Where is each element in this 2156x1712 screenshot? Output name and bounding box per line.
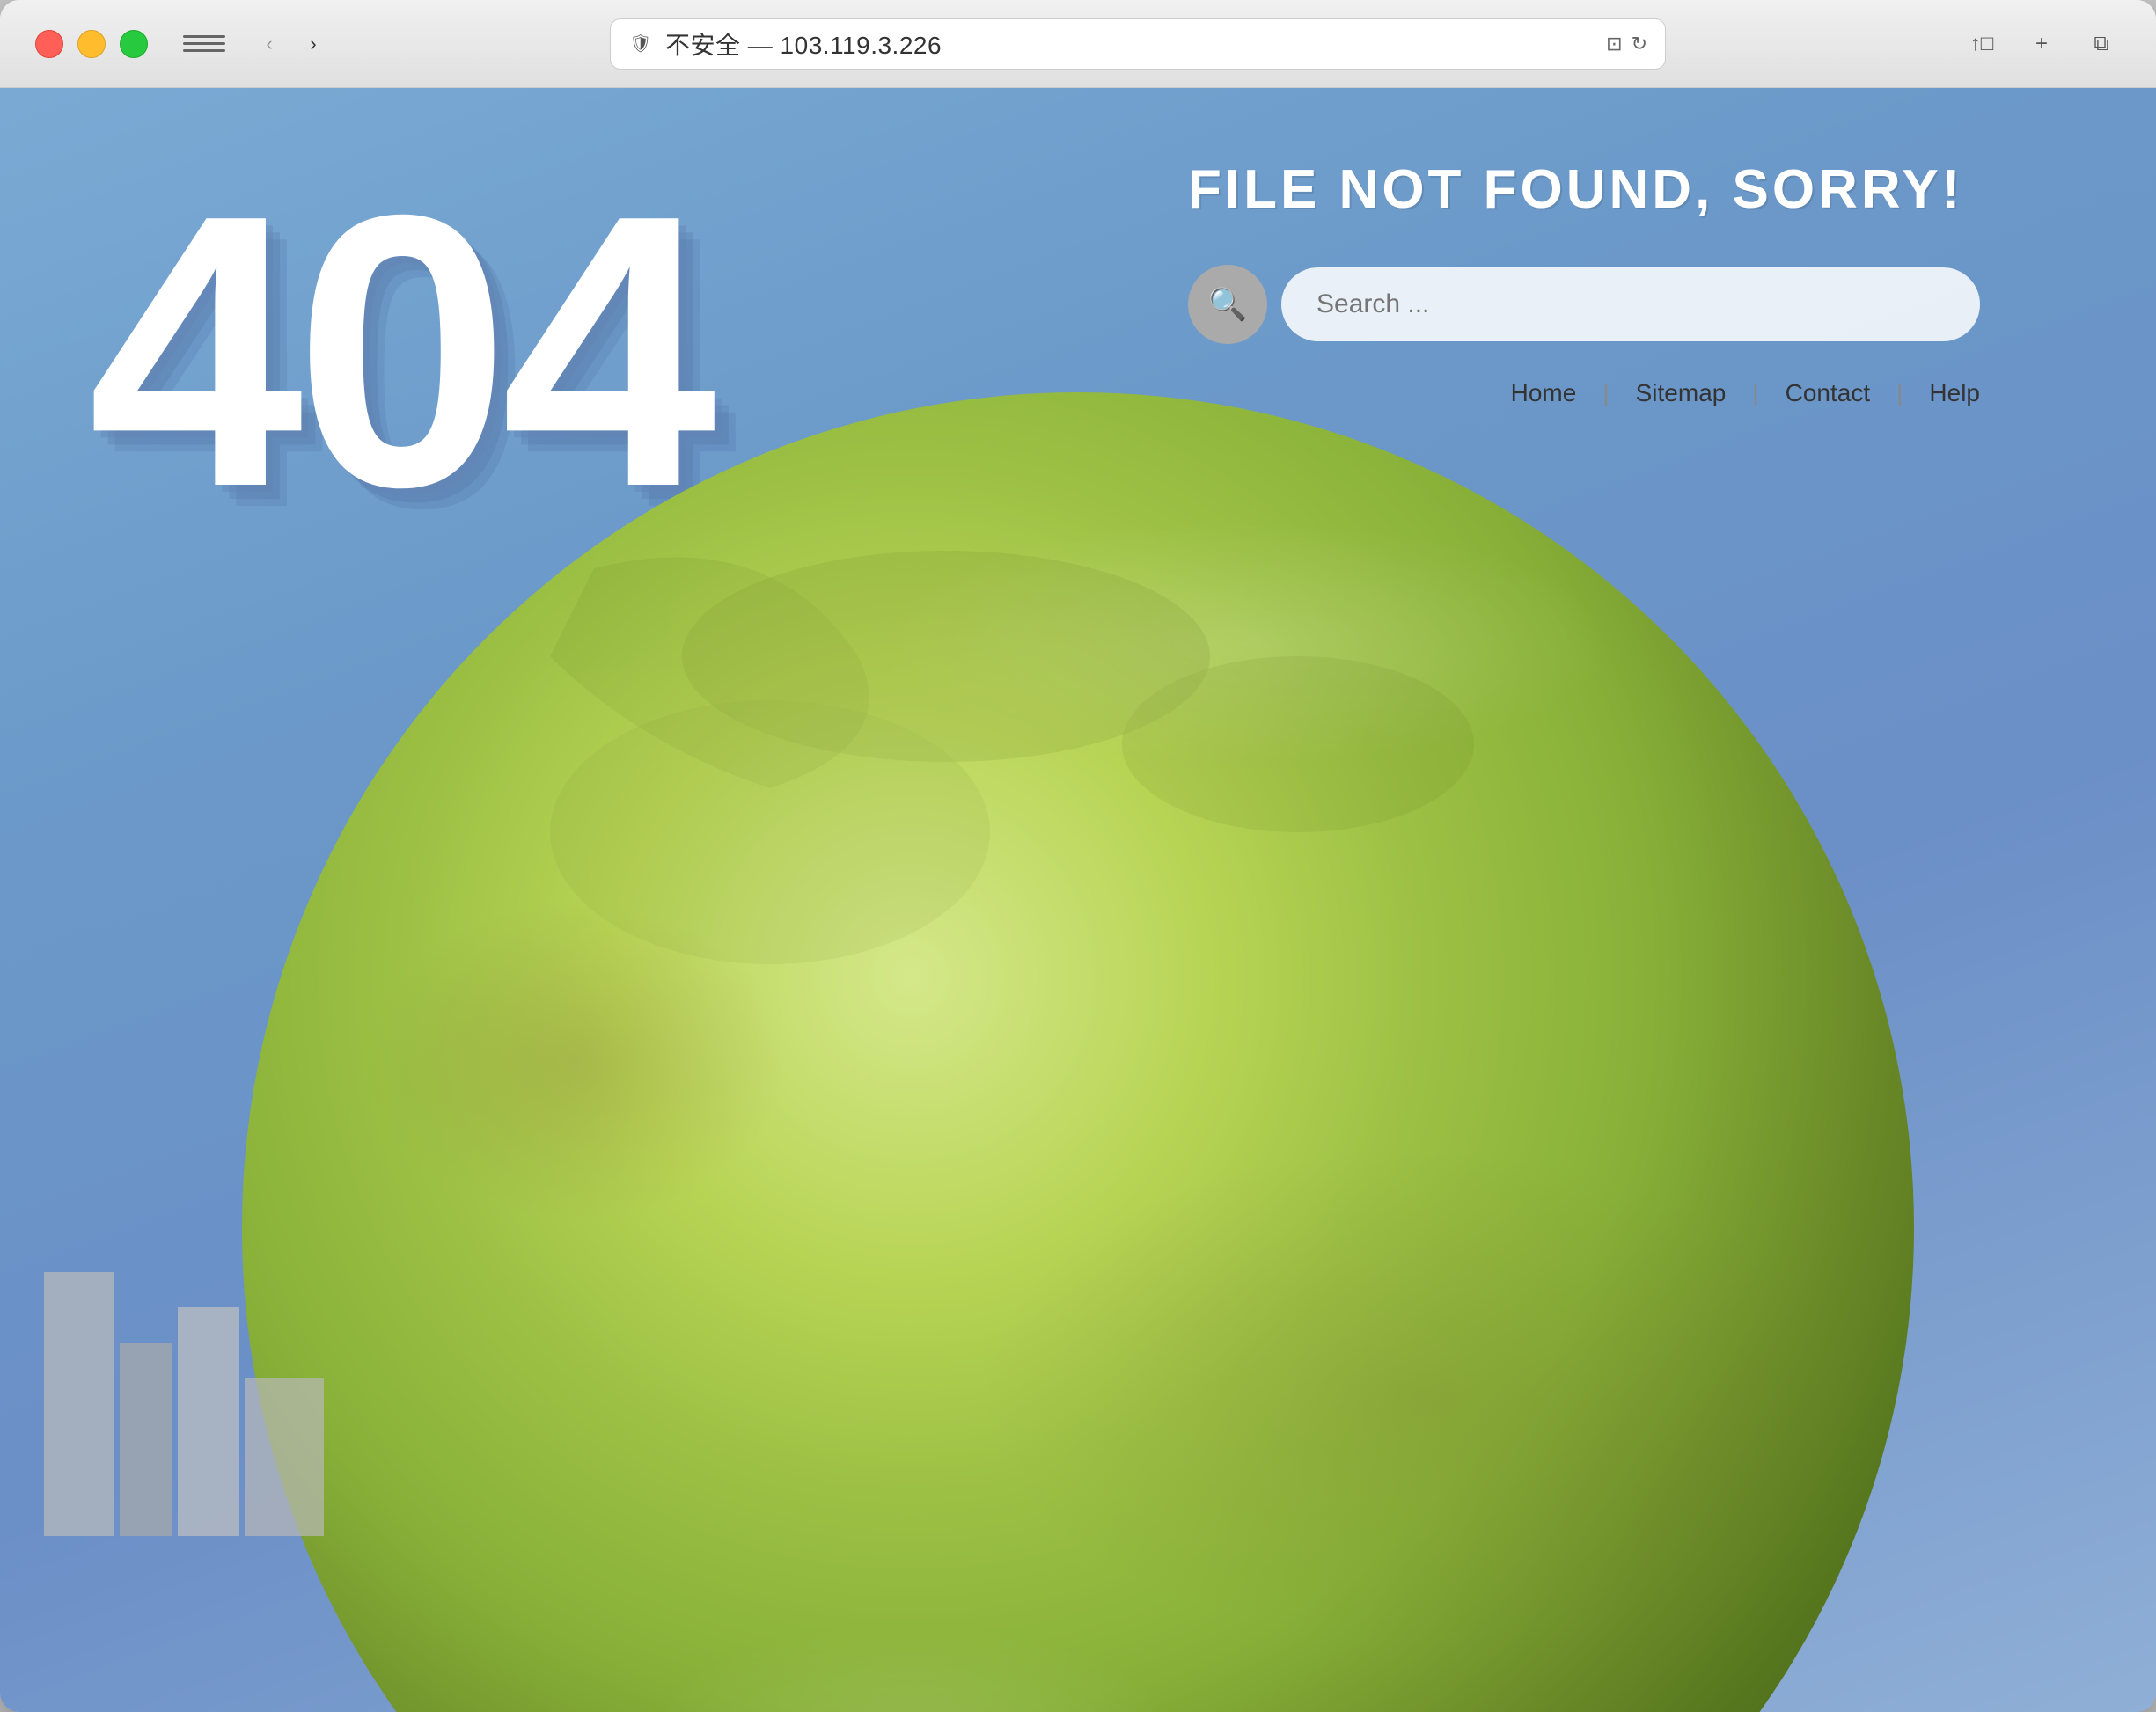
building-1 bbox=[44, 1272, 114, 1536]
address-bar-icons: ⊡ ↻ bbox=[1606, 33, 1647, 55]
toolbar-right: ↑□ + ⧉ bbox=[1962, 25, 2121, 63]
right-content-panel: FILE NOT FOUND, SORRY! 🔍 Home | Sitemap … bbox=[1188, 158, 1980, 407]
address-bar[interactable]: 🛡 不安全 — 103.119.3.226 ⊡ ↻ bbox=[610, 18, 1666, 70]
building-3 bbox=[178, 1307, 239, 1536]
title-bar: ‹ › 🛡 不安全 — 103.119.3.226 ⊡ ↻ ↑□ + ⧉ bbox=[0, 0, 2156, 88]
tabs-button[interactable]: ⧉ bbox=[2082, 25, 2121, 63]
back-button[interactable]: ‹ bbox=[252, 26, 287, 62]
search-input[interactable] bbox=[1281, 267, 1980, 341]
reload-icon[interactable]: ↻ bbox=[1632, 33, 1647, 55]
forward-button[interactable]: › bbox=[296, 26, 331, 62]
share-button[interactable]: ↑□ bbox=[1962, 25, 2001, 63]
globe bbox=[242, 392, 1914, 1712]
buildings bbox=[44, 1272, 324, 1536]
browser-window: ‹ › 🛡 不安全 — 103.119.3.226 ⊡ ↻ ↑□ + ⧉ 404… bbox=[0, 0, 2156, 1712]
maximize-button[interactable] bbox=[120, 30, 148, 58]
page-content: 404 FILE NOT FOUND, SORRY! 🔍 Home | Site… bbox=[0, 88, 2156, 1712]
search-icon: 🔍 bbox=[1208, 286, 1248, 323]
security-icon: 🛡 bbox=[628, 32, 653, 56]
search-button[interactable]: 🔍 bbox=[1188, 265, 1267, 344]
reader-icon: ⊡ bbox=[1606, 33, 1622, 55]
traffic-lights bbox=[35, 30, 148, 58]
minimize-button[interactable] bbox=[77, 30, 106, 58]
building-2 bbox=[120, 1343, 172, 1536]
nav-help[interactable]: Help bbox=[1929, 379, 1980, 407]
search-bar: 🔍 bbox=[1188, 265, 1980, 344]
sidebar-toggle-button[interactable] bbox=[183, 28, 225, 60]
close-button[interactable] bbox=[35, 30, 63, 58]
new-tab-button[interactable]: + bbox=[2022, 25, 2061, 63]
url-text: 不安全 — 103.119.3.226 bbox=[665, 26, 942, 62]
nav-arrows: ‹ › bbox=[252, 26, 331, 62]
building-4 bbox=[245, 1378, 324, 1536]
page-heading: FILE NOT FOUND, SORRY! bbox=[1188, 158, 1980, 221]
